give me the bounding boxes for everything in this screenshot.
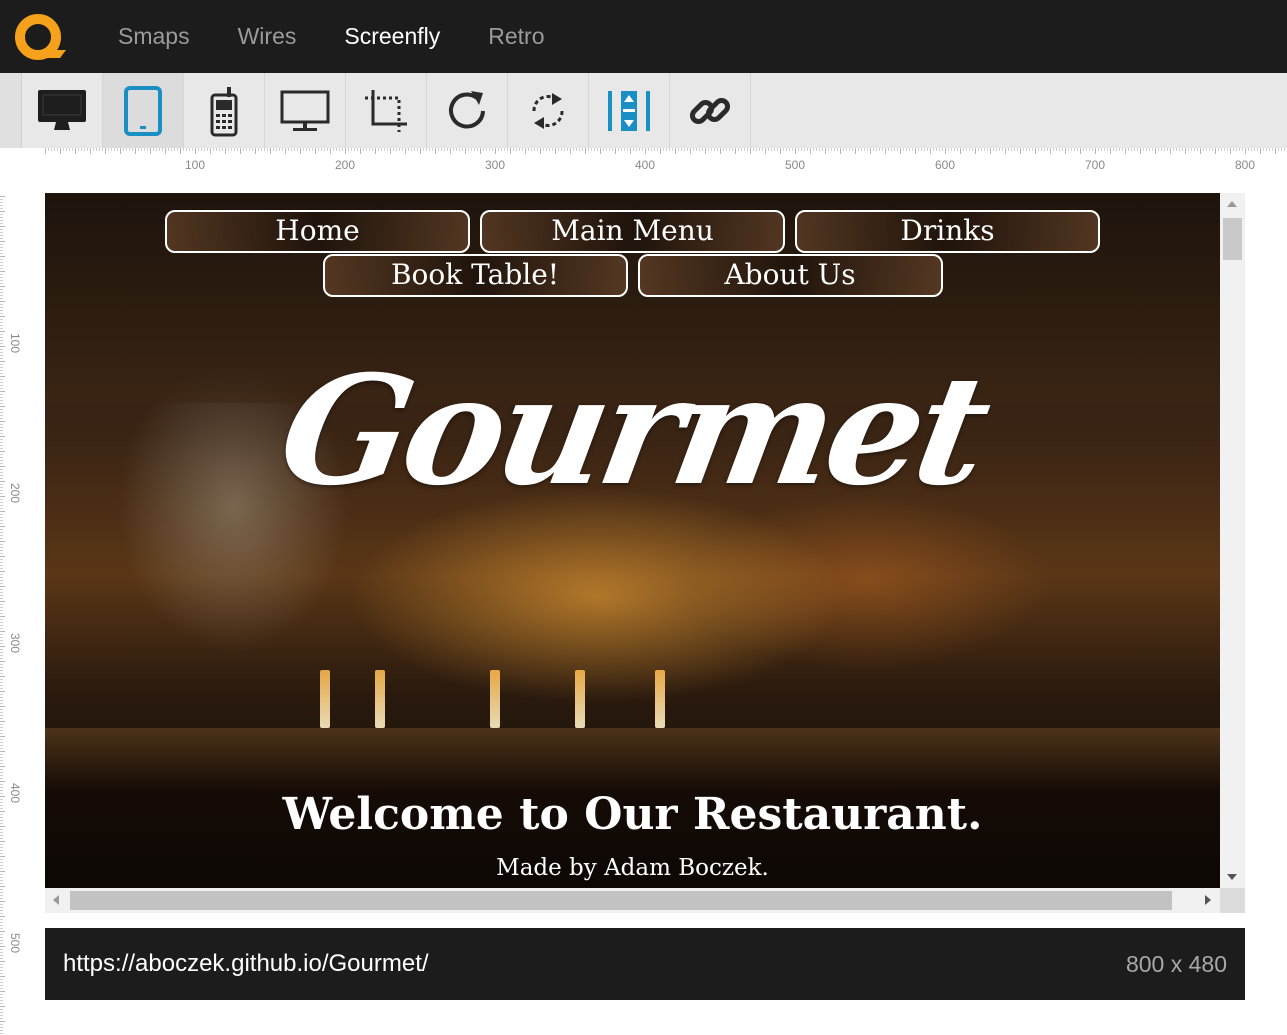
bar-light (375, 670, 385, 728)
vertical-ruler: 100 200 300 400 500 (0, 196, 30, 1035)
url-status-bar: https://aboczek.github.io/Gourmet/ 800 x… (45, 928, 1245, 1000)
ruler-label: 300 (8, 633, 22, 654)
site-nav-home[interactable]: Home (165, 210, 470, 253)
rotate-button[interactable] (508, 73, 589, 148)
ruler-label: 500 (8, 933, 22, 954)
horizontal-ruler-ticks (45, 148, 1287, 154)
mobile-phone-icon (210, 86, 238, 136)
tab-retro[interactable]: Retro (464, 0, 568, 73)
custom-size-icon (365, 89, 407, 132)
scrollbar-corner (1220, 888, 1245, 913)
scroll-down-arrow-icon[interactable] (1227, 874, 1237, 880)
scroll-up-arrow-icon[interactable] (1227, 201, 1237, 207)
bar-light (490, 670, 500, 728)
ruler-label: 200 (334, 158, 356, 172)
television-icon (280, 90, 330, 131)
tab-screenfly[interactable]: Screenfly (320, 0, 464, 73)
ruler-label: 800 (1234, 158, 1256, 172)
share-link-button[interactable] (670, 73, 751, 148)
toolbar-handle (0, 73, 22, 148)
site-nav-main-menu[interactable]: Main Menu (480, 210, 785, 253)
vertical-ruler-ticks (0, 196, 5, 1035)
ruler-label: 300 (484, 158, 506, 172)
site-byline: Made by Adam Boczek. (496, 855, 769, 881)
site-navigation: Home Main Menu Drinks Book Table! About … (45, 210, 1220, 298)
rotate-icon (532, 92, 564, 129)
device-preview-viewport[interactable]: Home Main Menu Drinks Book Table! About … (45, 193, 1220, 888)
custom-size-button[interactable] (346, 73, 427, 148)
horizontal-scrollbar[interactable] (45, 888, 1220, 913)
bar-light (320, 670, 330, 728)
mobile-phone-button[interactable] (184, 73, 265, 148)
desktop-button[interactable] (22, 73, 103, 148)
site-brand-logo: Gourmet (268, 343, 997, 519)
site-headline: Welcome to Our Restaurant. (282, 789, 983, 840)
refresh-icon (449, 90, 485, 128)
ruler-label: 400 (8, 783, 22, 804)
device-toolbar (0, 73, 1287, 148)
ruler-label: 100 (184, 158, 206, 172)
site-nav-book-table[interactable]: Book Table! (322, 254, 628, 297)
tablet-button[interactable] (103, 73, 184, 148)
ruler-label: 700 (1084, 158, 1106, 172)
app-logo-icon[interactable] (14, 12, 66, 60)
product-tabs: Smaps Wires Screenfly Retro (94, 0, 569, 73)
refresh-button[interactable] (427, 73, 508, 148)
scroll-toggle-icon (608, 90, 650, 131)
desktop-icon (38, 89, 86, 130)
top-navigation-bar: Smaps Wires Screenfly Retro (0, 0, 1287, 73)
bar-light (655, 670, 665, 728)
scroll-left-arrow-icon[interactable] (53, 895, 59, 905)
viewport-size: 800 x 480 (1125, 951, 1227, 977)
tablet-icon (124, 85, 162, 136)
ruler-label: 200 (8, 483, 22, 504)
ruler-label: 600 (934, 158, 956, 172)
site-nav-drinks[interactable]: Drinks (795, 210, 1100, 253)
tab-wires[interactable]: Wires (214, 0, 321, 73)
ruler-label: 100 (8, 333, 22, 354)
horizontal-ruler: 100 200 300 400 500 600 700 800 (0, 148, 1287, 176)
preview-url[interactable]: https://aboczek.github.io/Gourmet/ (63, 928, 429, 1000)
horizontal-scroll-thumb[interactable] (70, 891, 1172, 910)
vertical-scroll-thumb[interactable] (1223, 218, 1242, 260)
share-link-icon (689, 97, 731, 124)
ruler-label: 400 (634, 158, 656, 172)
ruler-label: 500 (784, 158, 806, 172)
scroll-toggle-button[interactable] (589, 73, 670, 148)
scroll-right-arrow-icon[interactable] (1205, 895, 1211, 905)
television-button[interactable] (265, 73, 346, 148)
bar-light (575, 670, 585, 728)
vertical-scrollbar[interactable] (1220, 193, 1245, 888)
site-nav-about-us[interactable]: About Us (637, 254, 943, 297)
tab-smaps[interactable]: Smaps (94, 0, 214, 73)
